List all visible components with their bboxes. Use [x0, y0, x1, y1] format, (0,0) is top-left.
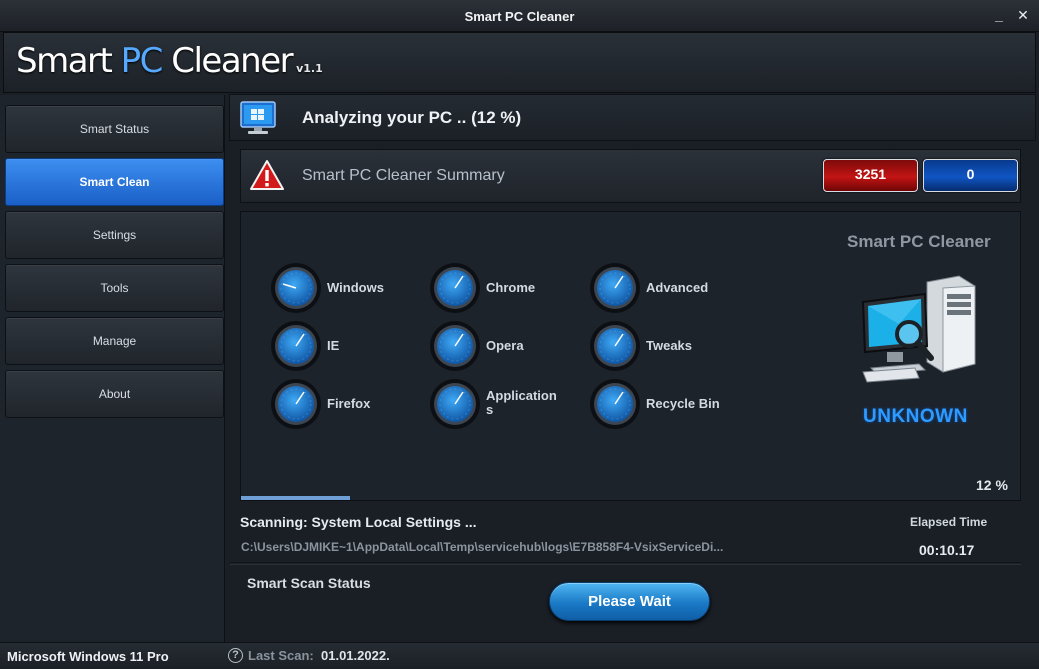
scan-gauge-icon: [590, 321, 640, 371]
elapsed-time-label: Elapsed Time: [910, 515, 988, 529]
scan-gauge-icon: [430, 379, 480, 429]
summary-bar: Smart PC Cleaner Summary 3251 0: [240, 149, 1021, 203]
help-icon[interactable]: ?: [228, 648, 243, 663]
status-bar: Microsoft Windows 11 Pro ? Last Scan: 01…: [0, 642, 1039, 669]
sidebar-item-about[interactable]: About: [5, 370, 224, 418]
scan-item-opera: Opera: [430, 321, 590, 371]
warning-icon: [250, 160, 284, 190]
scan-gauge-icon: [271, 379, 321, 429]
sidebar-item-smart-clean[interactable]: Smart Clean: [5, 158, 224, 206]
monitor-icon: [240, 101, 276, 134]
scan-item-recycle-bin: Recycle Bin: [590, 379, 750, 429]
sidebar-item-smart-status[interactable]: Smart Status: [5, 105, 224, 153]
logo-text-cleaner: Cleaner: [161, 41, 293, 81]
scan-item-advanced: Advanced: [590, 263, 750, 313]
sidebar: Smart Status Smart Clean Settings Tools …: [0, 95, 225, 642]
issues-count-badge: 3251: [823, 159, 918, 192]
title-bar: Smart PC Cleaner _ ✕: [0, 0, 1039, 32]
sidebar-item-manage[interactable]: Manage: [5, 317, 224, 365]
scan-panel: Windows Chrome Advanced IE Opera Tweaks Firefo…: [240, 211, 1021, 501]
pc-status-label: UNKNOWN: [863, 406, 968, 427]
scan-item-label: Windows: [327, 280, 384, 295]
divider: [230, 562, 1021, 565]
window-title: Smart PC Cleaner: [464, 9, 575, 24]
scan-item-label: Recycle Bin: [646, 396, 720, 411]
scan-gauge-icon: [271, 263, 321, 313]
fixed-count-badge: 0: [923, 159, 1018, 192]
progress-bar: [241, 496, 1020, 500]
app-version: v1.1: [296, 62, 323, 75]
close-button[interactable]: ✕: [1014, 6, 1032, 24]
logo-text-smart: Smart: [16, 41, 121, 81]
scanning-current-item: Scanning: System Local Settings ...: [240, 514, 477, 530]
elapsed-time-value: 00:10.17: [919, 542, 975, 558]
scan-gauge-icon: [590, 379, 640, 429]
scan-item-label: Tweaks: [646, 338, 693, 353]
sidebar-item-settings[interactable]: Settings: [5, 211, 224, 259]
progress-percent: 12 %: [976, 477, 1008, 493]
analyze-bar: Analyzing your PC .. (12 %): [229, 94, 1036, 141]
last-scan-value: 01.01.2022.: [321, 648, 390, 663]
scan-item-label: Application s: [486, 388, 557, 417]
scan-gauge-icon: [590, 263, 640, 313]
scan-item-firefox: Firefox: [271, 379, 431, 429]
scan-item-label: Chrome: [486, 280, 536, 295]
last-scan-label: Last Scan:: [248, 648, 314, 663]
scan-item-windows: Windows: [271, 263, 431, 313]
scan-item-label: Advanced: [646, 280, 709, 295]
please-wait-button[interactable]: Please Wait: [549, 582, 710, 621]
progress-bar-fill: [241, 496, 351, 500]
logo-text-pc: PC: [120, 41, 164, 81]
scan-item-label: Firefox: [327, 396, 371, 411]
scan-item-tweaks: Tweaks: [590, 321, 750, 371]
scan-gauge-icon: [430, 263, 480, 313]
app-logo: Smart PC Cleaner v1.1: [16, 41, 323, 81]
sidebar-item-tools[interactable]: Tools: [5, 264, 224, 312]
scan-gauge-icon: [271, 321, 321, 371]
computer-scan-icon: [861, 275, 976, 383]
os-name: Microsoft Windows 11 Pro: [7, 649, 169, 664]
summary-title: Smart PC Cleaner Summary: [302, 167, 505, 184]
scan-gauge-icon: [430, 321, 480, 371]
minimize-button[interactable]: _: [990, 6, 1008, 24]
scanning-path: C:\Users\DJMIKE~1\AppData\Local\Temp\ser…: [241, 540, 724, 554]
brand-name: Smart PC Cleaner: [847, 232, 991, 251]
scan-item-label: IE: [327, 338, 340, 353]
analyze-status-text: Analyzing your PC .. (12 %): [302, 108, 522, 127]
smart-scan-status-title: Smart Scan Status: [247, 575, 371, 591]
scan-item-applications: Application s: [430, 379, 590, 429]
app-header: Smart PC Cleaner v1.1: [3, 32, 1036, 93]
scan-item-chrome: Chrome: [430, 263, 590, 313]
scan-item-label: Opera: [486, 338, 524, 353]
scan-item-ie: IE: [271, 321, 431, 371]
